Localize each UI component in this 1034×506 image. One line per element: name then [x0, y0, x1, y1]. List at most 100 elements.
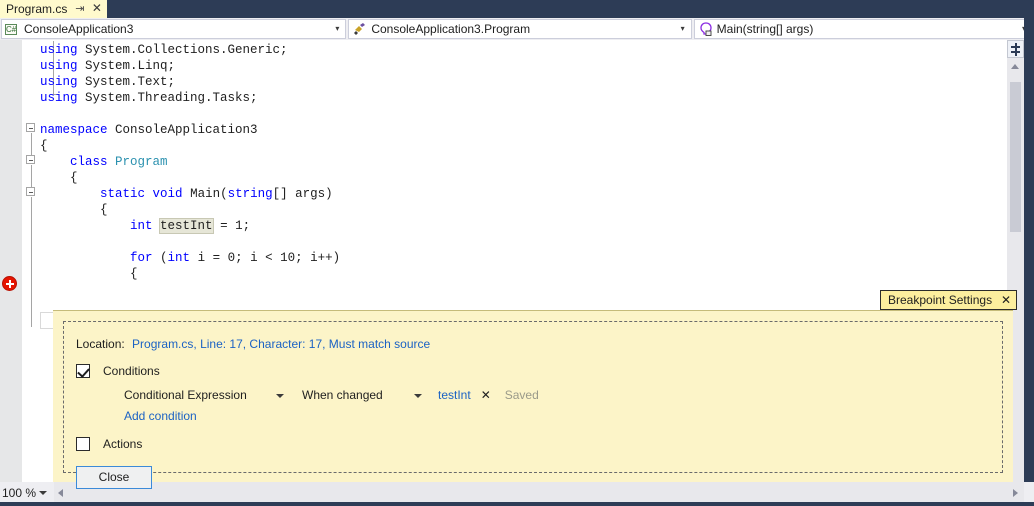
fold-toggle-method[interactable]: [26, 187, 35, 196]
code-token: i = 0; i < 10; i++): [190, 251, 341, 265]
code-token: [] args): [272, 187, 333, 201]
breakpoint-settings-header[interactable]: Breakpoint Settings ✕: [880, 290, 1018, 310]
code-token: Program: [115, 155, 168, 169]
code-line: {: [40, 266, 138, 282]
code-token: System.Linq;: [77, 59, 176, 73]
code-token: System.Collections.Generic;: [77, 43, 288, 57]
code-token: for: [130, 251, 153, 265]
pin-icon[interactable]: ⇥: [74, 3, 85, 15]
code-token: ConsoleApplication3: [107, 123, 258, 137]
visual-studio-editor-window: Program.cs ⇥ ✕ C# ConsoleApplication3 ▾ …: [0, 0, 1034, 506]
navbar-project-dropdown[interactable]: C# ConsoleApplication3 ▾: [1, 19, 347, 39]
actions-row[interactable]: Actions: [76, 437, 142, 451]
navbar-project-label: ConsoleApplication3: [24, 22, 134, 36]
conditions-checkbox[interactable]: [76, 364, 90, 378]
breakpoint-settings-content: Location: Program.cs, Line: 17, Characte…: [63, 321, 1003, 489]
code-token: int: [130, 219, 153, 233]
code-line: {: [40, 202, 108, 218]
close-button[interactable]: Close: [76, 466, 152, 489]
navbar-member-label: Main(string[] args): [716, 22, 814, 36]
code-token: {: [40, 203, 108, 217]
navbar-type-label: ConsoleApplication3.Program: [371, 22, 531, 36]
code-token: class: [70, 155, 108, 169]
code-token: namespace: [40, 123, 108, 137]
condition-comparison-dropdown[interactable]: When changed: [302, 388, 414, 402]
fold-guide-line: [30, 165, 32, 187]
code-token: using: [40, 59, 78, 73]
code-line: using System.Linq;: [40, 58, 175, 74]
code-token: int: [167, 251, 191, 265]
fold-toggle-class[interactable]: [26, 155, 35, 164]
code-line: {: [40, 170, 78, 186]
navigation-bar: C# ConsoleApplication3 ▾ ConsoleApplicat…: [0, 18, 1034, 40]
code-line: using System.Text;: [40, 74, 175, 90]
actions-checkbox[interactable]: [76, 437, 90, 451]
location-link[interactable]: Program.cs, Line: 17, Character: 17, Mus…: [132, 337, 430, 351]
chevron-down-icon[interactable]: [414, 394, 422, 398]
code-token: using: [40, 75, 78, 89]
fold-toggle-namespace[interactable]: [26, 123, 35, 132]
document-tab-program-cs[interactable]: Program.cs ⇥ ✕: [0, 0, 109, 18]
zoom-level-label: 100 %: [2, 486, 37, 500]
scroll-up-arrow-icon[interactable]: [1011, 64, 1019, 69]
horizontal-scrollbar[interactable]: [54, 482, 1024, 504]
csharp-file-icon: C#: [5, 24, 18, 35]
code-token: static: [100, 187, 146, 201]
code-token: {: [40, 171, 78, 185]
chevron-down-icon[interactable]: ▾: [675, 20, 691, 38]
code-line: using System.Collections.Generic;: [40, 42, 288, 58]
condition-saved-status: Saved: [504, 388, 539, 402]
remove-condition-icon[interactable]: ✕: [481, 389, 491, 401]
code-line: using System.Threading.Tasks;: [40, 90, 258, 106]
code-token: System.Text;: [77, 75, 176, 89]
fold-guide-line: [30, 133, 32, 155]
document-tab-label: Program.cs: [6, 2, 68, 16]
vertical-scroll-thumb[interactable]: [1010, 82, 1021, 232]
code-token: using: [40, 43, 78, 57]
code-token: Main(: [182, 187, 228, 201]
chevron-down-icon[interactable]: [39, 491, 47, 495]
code-folding-margin[interactable]: [22, 40, 57, 482]
breakpoint-indicator-margin[interactable]: [0, 40, 22, 482]
window-right-edge: [1024, 0, 1034, 506]
code-token: {: [40, 267, 138, 281]
code-token: string: [227, 187, 273, 201]
breakpoint-settings-title: Breakpoint Settings: [888, 293, 993, 307]
navbar-member-dropdown[interactable]: Main(string[] args) ▾: [693, 19, 1033, 39]
condition-type-dropdown[interactable]: Conditional Expression: [124, 388, 276, 402]
code-token: void: [152, 187, 183, 201]
code-token: {: [40, 139, 48, 153]
code-token: = 1;: [212, 219, 251, 233]
zoom-level-dropdown[interactable]: 100 %: [0, 482, 52, 504]
document-tab-strip: Program.cs ⇥ ✕: [0, 0, 1034, 18]
code-line: class Program: [40, 154, 168, 170]
condition-expression-value[interactable]: testInt: [438, 388, 471, 402]
chevron-down-icon[interactable]: ▾: [329, 20, 345, 38]
code-token: (: [152, 251, 168, 265]
actions-label: Actions: [103, 437, 143, 451]
scroll-right-arrow-icon[interactable]: [1013, 489, 1018, 497]
add-condition-link[interactable]: Add condition: [124, 409, 197, 423]
close-icon[interactable]: ✕: [91, 2, 102, 15]
code-token: testInt: [159, 218, 214, 234]
navbar-type-dropdown[interactable]: ConsoleApplication3.Program ▾: [348, 19, 692, 39]
breakpoint-settings-panel: Location: Program.cs, Line: 17, Characte…: [53, 310, 1013, 489]
conditions-row[interactable]: Conditions: [76, 364, 160, 378]
conditional-breakpoint-icon[interactable]: [2, 276, 17, 291]
close-icon[interactable]: ✕: [1000, 292, 1012, 308]
conditions-label: Conditions: [103, 364, 160, 378]
method-private-icon: [698, 21, 714, 37]
split-view-icon[interactable]: [1007, 40, 1024, 58]
chevron-down-icon[interactable]: [276, 394, 284, 398]
window-bottom-edge: [0, 502, 1034, 506]
code-line: static void Main(string[] args): [40, 186, 333, 202]
breakpoint-location-row: Location: Program.cs, Line: 17, Characte…: [76, 337, 430, 351]
scroll-left-arrow-icon[interactable]: [58, 489, 63, 497]
code-line: int testInt = 1;: [40, 218, 250, 234]
code-line: namespace ConsoleApplication3: [40, 122, 258, 138]
